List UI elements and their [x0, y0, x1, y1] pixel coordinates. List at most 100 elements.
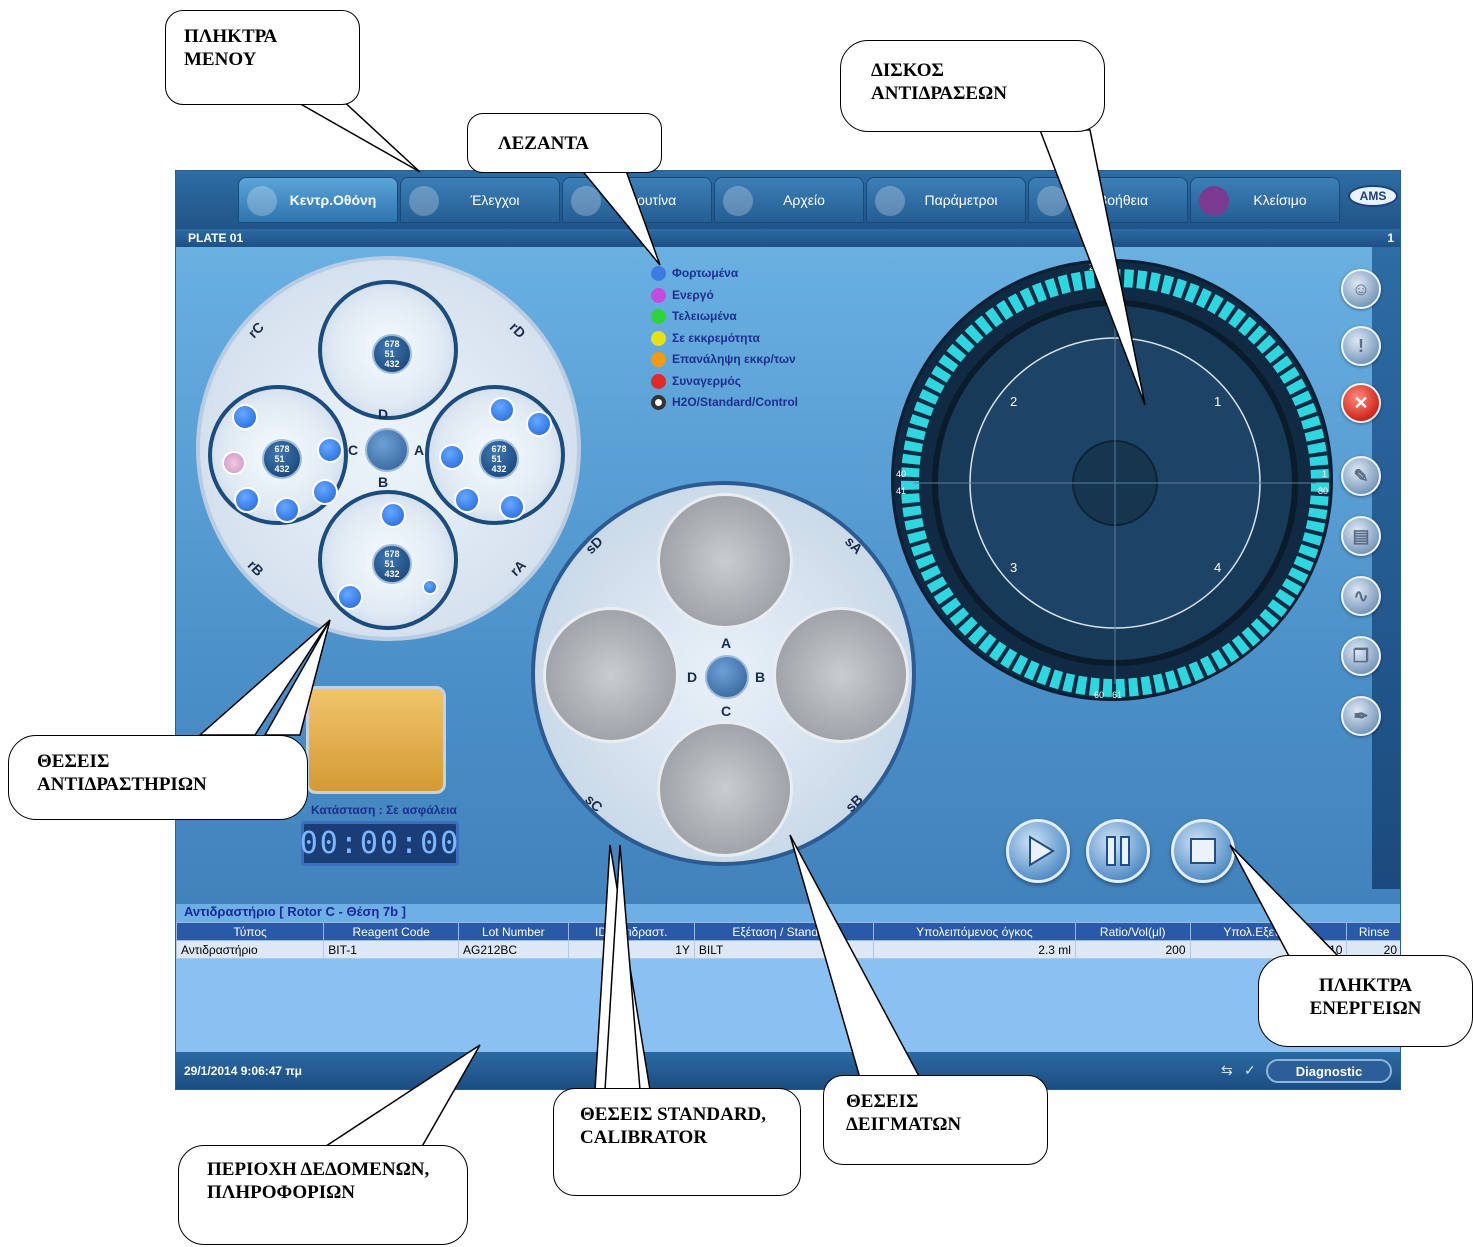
- table-cell: Αντιδραστήριο: [176, 940, 325, 959]
- reagent-loaded[interactable]: [422, 579, 438, 595]
- callout-data-area: ΠΕΡΙΟΧΗ ΔΕΔΟΜΕΝΩΝ, ΠΛΗΡΟΦΟΡΙΩΝ: [178, 1145, 468, 1245]
- rotor-letter-a: A: [414, 442, 425, 458]
- column-header[interactable]: Rinse: [1346, 922, 1400, 941]
- folder-icon: [723, 186, 753, 216]
- rack-label-sa: sA: [841, 533, 866, 557]
- user-button[interactable]: ☺: [1341, 269, 1381, 309]
- legend-item: Επανάληψη εκκρ/των: [646, 352, 798, 374]
- start-button[interactable]: [1006, 819, 1070, 883]
- column-header[interactable]: Εξέταση / Standard: [693, 922, 874, 941]
- disk-pos-40: 40: [896, 469, 907, 479]
- plate-status-icon: ✓: [1244, 1062, 1256, 1078]
- reagent-loaded[interactable]: [274, 497, 300, 523]
- reagent-alarm[interactable]: [222, 451, 246, 475]
- reaction-disk-graphic: [901, 269, 1329, 697]
- reagent-plate-d[interactable]: 678 51 432: [318, 280, 458, 420]
- diagnostic-button[interactable]: Diagnostic: [1266, 1059, 1392, 1083]
- rack-label-sb: sB: [841, 791, 866, 815]
- column-header[interactable]: Υπολειπόμενος όγκος: [872, 922, 1076, 941]
- sample-plate-c[interactable]: [657, 721, 793, 857]
- plate-hub: 678 51 432: [479, 439, 519, 479]
- sample-letter-c: C: [721, 703, 732, 719]
- sample-letter-d: D: [687, 669, 698, 685]
- power-icon: [1199, 186, 1229, 216]
- pause-icon: [1106, 836, 1130, 866]
- pencil-icon: [875, 186, 905, 216]
- pause-button[interactable]: [1086, 819, 1150, 883]
- printer-icon: ▤: [1352, 525, 1370, 546]
- tab-archive[interactable]: Αρχείο: [714, 177, 864, 223]
- reagent-loaded[interactable]: [454, 487, 480, 513]
- legend-label: Σε εκκρεμότητα: [672, 330, 760, 345]
- column-header[interactable]: ID Αντιδραστ.: [567, 922, 695, 941]
- copy-button[interactable]: ❐: [1341, 636, 1381, 676]
- tab-controls[interactable]: Έλεγχοι: [400, 177, 560, 223]
- rack-label-sc: sC: [581, 791, 606, 815]
- notes-button[interactable]: ✎: [1341, 456, 1381, 496]
- column-header[interactable]: Ratio/Vol(μl): [1074, 922, 1191, 941]
- state-label: Κατάσταση : Σε ασφάλεια: [311, 803, 457, 817]
- sample-letter-b: B: [755, 669, 766, 685]
- reagent-loaded[interactable]: [489, 397, 515, 423]
- column-header[interactable]: Τύπος: [176, 922, 325, 941]
- reagent-loaded[interactable]: [337, 584, 363, 610]
- tab-main-screen[interactable]: Κεντρ.Οθόνη: [238, 177, 398, 223]
- tab-close[interactable]: Κλείσιμο: [1190, 177, 1340, 223]
- tab-help[interactable]: Βοήθεια: [1028, 177, 1188, 223]
- table-cell: 1Y: [567, 940, 695, 959]
- reagent-loaded[interactable]: [312, 479, 338, 505]
- legend-dot-icon: [651, 373, 666, 389]
- rack-label-rb: rB: [244, 556, 267, 580]
- reagent-loaded[interactable]: [439, 444, 465, 470]
- graph-button[interactable]: ∿: [1341, 576, 1381, 616]
- table-cell: 200: [1074, 940, 1191, 959]
- disk-sector-2: 2: [1010, 394, 1018, 409]
- tab-routine[interactable]: Ρουτίνα: [562, 177, 712, 223]
- column-header[interactable]: Υπολ.Εξετάσεων: [1189, 922, 1348, 941]
- graph-icon: ∿: [1353, 585, 1369, 606]
- column-header[interactable]: Reagent Code: [323, 922, 460, 941]
- disk-pos-1: 1: [1322, 469, 1328, 479]
- reagent-plate-a[interactable]: 678 51 432: [425, 385, 565, 525]
- callout-action-keys: ΠΛΗΚΤΡΑ ΕΝΕΡΓΕΙΩΝ: [1258, 955, 1473, 1047]
- sample-plate-b[interactable]: [773, 607, 909, 743]
- reagent-tray-image: [306, 686, 446, 794]
- rotor-letter-c: C: [348, 442, 359, 458]
- reagent-loaded[interactable]: [232, 404, 258, 430]
- reagent-loaded[interactable]: [234, 487, 260, 513]
- alarm-button[interactable]: ✕: [1341, 383, 1381, 423]
- sample-plate-d[interactable]: [543, 607, 679, 743]
- reagent-loaded[interactable]: [526, 411, 552, 437]
- table-cell: BIT-1: [323, 940, 460, 959]
- legend-dot-icon: [651, 352, 666, 367]
- notes-icon: ✎: [1353, 465, 1369, 486]
- reagent-loaded[interactable]: [499, 494, 525, 520]
- edit-button[interactable]: ✒: [1341, 696, 1381, 736]
- reagent-loaded[interactable]: [317, 437, 343, 463]
- warning-icon: !: [1358, 335, 1364, 356]
- status-bar: 29/1/2014 9:06:47 πμ ⇆ ✓ Diagnostic: [176, 1052, 1400, 1089]
- print-button[interactable]: ▤: [1341, 516, 1381, 556]
- sample-plate-a[interactable]: [657, 493, 793, 629]
- warning-button[interactable]: !: [1341, 326, 1381, 366]
- analyzer-main-window: Κεντρ.Οθόνη Έλεγχοι Ρουτίνα Αρχείο Παράμ…: [175, 170, 1401, 1090]
- table-cell: AG212BC: [458, 940, 569, 959]
- sample-rotor-center: [705, 655, 749, 699]
- column-header[interactable]: Lot Number: [458, 922, 569, 941]
- reagent-plate-b[interactable]: 678 51 432: [318, 490, 458, 630]
- disk-pos-41: 41: [896, 486, 907, 496]
- legend-dot-icon: [651, 287, 666, 303]
- table-cell: 2.3 ml: [872, 940, 1076, 959]
- menu-bar: Κεντρ.Οθόνη Έλεγχοι Ρουτίνα Αρχείο Παράμ…: [176, 171, 1400, 229]
- tubes-icon: [571, 186, 601, 216]
- reagent-loaded[interactable]: [380, 502, 406, 528]
- callout-standard-positions: ΘΕΣΕΙΣ STANDARD, CALIBRATOR: [553, 1088, 801, 1196]
- brand-logo: AMS: [1348, 185, 1398, 207]
- tab-parameters[interactable]: Παράμετροι: [866, 177, 1026, 223]
- legend-item: Τελειωμένα: [646, 309, 798, 331]
- stop-button[interactable]: [1171, 819, 1235, 883]
- table-row[interactable]: Αντιδραστήριο BIT-1 AG212BC 1Y BILT 2.3 ml 200…: [176, 940, 1400, 959]
- plate-number: 1: [1387, 231, 1394, 245]
- reagent-plate-c[interactable]: 678 51 432: [208, 385, 348, 525]
- legend-label: H2O/Standard/Control: [672, 395, 799, 409]
